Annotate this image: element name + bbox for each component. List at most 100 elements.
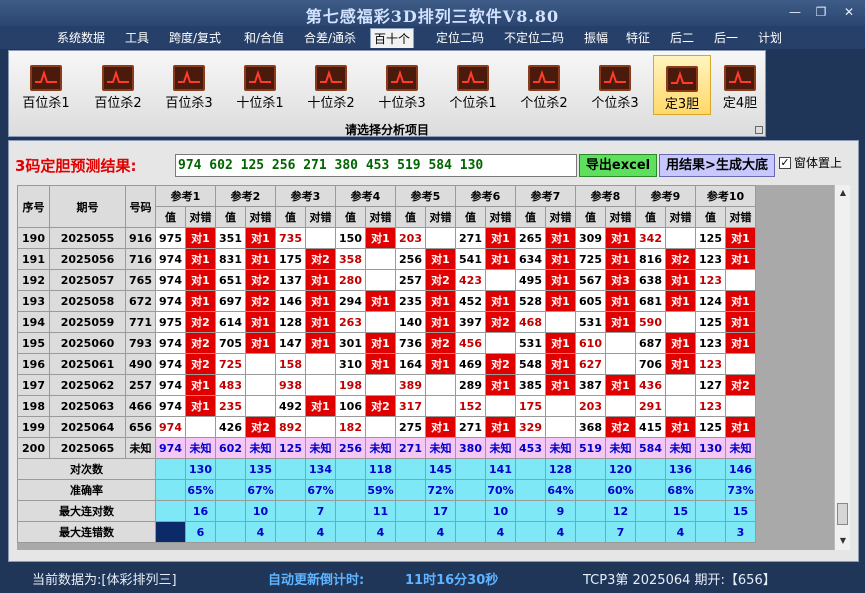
- table-row[interactable]: 191 2025056 716 974 对1 831 对1 175 对2 358 256 对1 541 对…: [17, 248, 756, 270]
- menu-item-7[interactable]: 不定位二码: [497, 28, 571, 48]
- scroll-up-icon[interactable]: ▲: [835, 185, 851, 201]
- analysis-button-5[interactable]: 十位杀3: [373, 55, 431, 115]
- cell-hit: 对1: [365, 332, 396, 354]
- cell-hit: 对1: [545, 353, 576, 375]
- analysis-button-4[interactable]: 十位杀2: [302, 55, 360, 115]
- cell-value: 146: [275, 290, 306, 312]
- analysis-button-3[interactable]: 十位杀1: [231, 55, 289, 115]
- cell-hit: [725, 395, 756, 417]
- menu-item-10[interactable]: 后二: [664, 28, 700, 48]
- analysis-button-8[interactable]: 个位杀3: [586, 55, 644, 115]
- menu-item-3[interactable]: 和/合值: [236, 28, 292, 48]
- cell-value: 705: [215, 332, 246, 354]
- cell-hit: [725, 353, 756, 375]
- analysis-button-2[interactable]: 百位杀3: [160, 55, 218, 115]
- cell-value: 469: [455, 353, 486, 375]
- result-label: 3码定胆预测结果:: [15, 157, 137, 175]
- table-row[interactable]: 196 2025061 490 974 对2 725 158 310 对1 164 对1 469 对2 5…: [17, 353, 756, 375]
- header-value: 值: [275, 206, 306, 228]
- cell-value: 294: [335, 290, 366, 312]
- menu-item-1[interactable]: 工具: [118, 28, 156, 48]
- cell-hit: 对1: [425, 290, 456, 312]
- title-bar: 第七感福彩3D排列三软件V8.80 — ❐ ✕: [0, 0, 865, 26]
- analysis-button-10[interactable]: 定4胆: [711, 55, 769, 115]
- table-row[interactable]: 198 2025063 466 974 对1 235 492 对1 106 对2 317 152 175…: [17, 395, 756, 417]
- row-seq: 193: [17, 290, 50, 312]
- header-hit: 对错: [665, 206, 696, 228]
- header-value: 值: [215, 206, 246, 228]
- cell-value: 137: [275, 269, 306, 291]
- cell-hit: 对2: [185, 332, 216, 354]
- stat-spacer: [395, 521, 426, 543]
- analysis-button-7[interactable]: 个位杀2: [515, 55, 573, 115]
- result-field[interactable]: 974 602 125 256 271 380 453 519 584 130: [175, 154, 577, 177]
- cell-value: 974: [155, 248, 186, 270]
- menu-item-11[interactable]: 后一: [708, 28, 744, 48]
- table-row[interactable]: 193 2025058 672 974 对1 697 对2 146 对1 294 对1 235 对1 45…: [17, 290, 756, 312]
- generate-base-button[interactable]: 用结果>生成大底: [659, 154, 775, 177]
- export-excel-button[interactable]: 导出excel: [579, 154, 657, 177]
- analysis-button-6[interactable]: 个位杀1: [444, 55, 502, 115]
- menu-item-8[interactable]: 振幅: [578, 28, 614, 48]
- stat-value: 146: [725, 458, 756, 480]
- table-row[interactable]: 199 2025064 656 974 426 对2 892 182 275 对1 271 对1 329…: [17, 416, 756, 438]
- restore-button[interactable]: ❐: [812, 4, 830, 20]
- table-row[interactable]: 194 2025059 771 975 对2 614 对1 128 对1 263 140 对1 397 对…: [17, 311, 756, 333]
- stat-row: 对次数 130 135 134 118 145 141 128 120 136 146: [17, 458, 756, 480]
- cell-hit: 对1: [485, 248, 516, 270]
- close-button[interactable]: ✕: [840, 4, 858, 20]
- cell-value: 627: [575, 353, 606, 375]
- row-seq: 195: [17, 332, 50, 354]
- menu-item-9[interactable]: 特征: [620, 28, 656, 48]
- cell-value: 256: [335, 437, 366, 459]
- minimize-button[interactable]: —: [786, 4, 804, 20]
- stat-label: 最大连错数: [17, 521, 156, 543]
- menu-item-12[interactable]: 计划: [752, 28, 788, 48]
- stat-spacer: [335, 479, 366, 501]
- menu-item-5[interactable]: 百十个: [370, 28, 414, 48]
- cell-value: 468: [515, 311, 546, 333]
- cell-hit: 对1: [665, 269, 696, 291]
- stat-spacer: [695, 521, 726, 543]
- chart-icon: [244, 65, 276, 91]
- cell-value: 130: [695, 437, 726, 459]
- menu-bar: 系统数据 工具 跨度/复式 和/合值 合差/通杀 百十个 定位二码 不定位二码 振幅 特征 后二 后一…: [0, 26, 865, 49]
- vertical-scrollbar[interactable]: ▲ ▼: [834, 185, 850, 550]
- stat-value: 12: [605, 500, 636, 522]
- menu-item-0[interactable]: 系统数据: [50, 28, 112, 48]
- data-grid[interactable]: 序号 期号 号码 参考1 参考2 参考3 参考4 参考5 参考6 参考7 参考8 参考9 参考10 值对错…: [17, 185, 847, 550]
- table-row[interactable]: 195 2025060 793 974 对2 705 对1 147 对1 301 对1 736 对2 45…: [17, 332, 756, 354]
- cell-hit: [425, 395, 456, 417]
- table-row[interactable]: 200 2025065 未知 974 未知 602 未知 125 未知 256 未知 271 未知 380…: [17, 437, 756, 459]
- stat-label: 对次数: [17, 458, 156, 480]
- stat-value: 4: [545, 521, 576, 543]
- topmost-checkbox[interactable]: ✓: [779, 157, 791, 169]
- chart-icon: [599, 65, 631, 91]
- analysis-button-9[interactable]: 定3胆: [653, 55, 711, 115]
- cell-hit: [725, 269, 756, 291]
- header-hit: 对错: [185, 206, 216, 228]
- row-seq: 194: [17, 311, 50, 333]
- scroll-thumb[interactable]: [837, 503, 848, 525]
- menu-item-4[interactable]: 合差/通杀: [298, 28, 362, 48]
- current-data-text: 当前数据为:[体彩排列三]: [32, 573, 177, 588]
- header-value: 值: [155, 206, 186, 228]
- stat-spacer: [515, 458, 546, 480]
- cell-hit: 对1: [485, 290, 516, 312]
- cell-hit: 对3: [605, 269, 636, 291]
- menu-item-6[interactable]: 定位二码: [428, 28, 492, 48]
- table-row[interactable]: 197 2025062 257 974 对1 483 938 198 389 289 对1 385 对1…: [17, 374, 756, 396]
- row-seq: 191: [17, 248, 50, 270]
- cell-hit: 对1: [425, 416, 456, 438]
- header-hit: 对错: [485, 206, 516, 228]
- stat-value: 73%: [725, 479, 756, 501]
- analysis-button-0[interactable]: 百位杀1: [17, 55, 75, 115]
- table-row[interactable]: 192 2025057 765 974 对1 651 对2 137 对1 280 257 对2 423 4…: [17, 269, 756, 291]
- cell-value: 531: [515, 332, 546, 354]
- menu-item-2[interactable]: 跨度/复式: [162, 28, 228, 48]
- ribbon-launcher-icon[interactable]: [755, 126, 763, 134]
- table-row[interactable]: 190 2025055 916 975 对1 351 对1 735 150 对1 203 271 对1 2…: [17, 227, 756, 249]
- row-seq: 196: [17, 353, 50, 375]
- scroll-down-icon[interactable]: ▼: [835, 533, 851, 549]
- analysis-button-1[interactable]: 百位杀2: [89, 55, 147, 115]
